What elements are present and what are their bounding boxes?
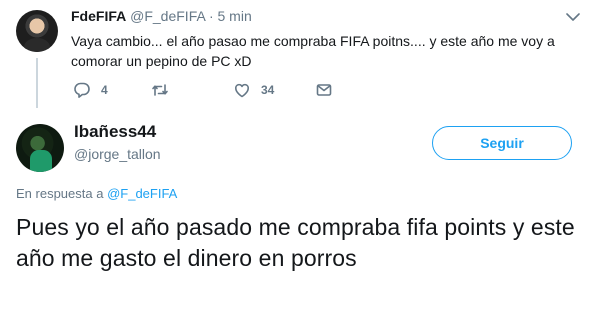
thread-line — [36, 58, 38, 108]
tweet-text: Vaya cambio... el año pasao me compraba … — [71, 33, 555, 69]
user-handle[interactable]: @F_deFIFA — [130, 8, 205, 24]
like-icon — [235, 83, 249, 98]
parent-tweet[interactable]: FdeFIFA @F_deFIFA · 5 min Vaya cambio...… — [0, 0, 594, 108]
reply-icon — [74, 82, 90, 98]
mention-link[interactable]: @F_deFIFA — [107, 186, 177, 201]
like-count: 34 — [261, 83, 275, 97]
tweet-actions: 4 34 — [71, 80, 371, 100]
display-name[interactable]: Ibañess44 — [74, 122, 156, 142]
chevron-down-icon[interactable] — [566, 12, 580, 22]
message-icon — [316, 84, 332, 96]
follow-button[interactable]: Seguir — [432, 126, 572, 160]
avatar[interactable] — [16, 124, 64, 172]
retweet-icon — [152, 84, 168, 96]
in-reply-prefix: En respuesta a — [16, 186, 104, 201]
reply-button[interactable]: 4 — [73, 80, 108, 100]
tweet-text: Pues yo el año pasado me compraba fifa p… — [16, 214, 575, 271]
avatar[interactable] — [16, 10, 58, 52]
retweet-button[interactable] — [151, 80, 179, 100]
message-button[interactable] — [315, 80, 333, 100]
tweet-header: FdeFIFA @F_deFIFA · 5 min — [71, 8, 252, 24]
reply-count: 4 — [101, 83, 108, 97]
user-handle[interactable]: @jorge_tallon — [74, 146, 161, 162]
reply-author: Ibañess44 @jorge_tallon Seguir — [0, 112, 594, 172]
separator: · — [208, 8, 214, 24]
in-reply-to: En respuesta a @F_deFIFA — [16, 186, 177, 201]
display-name[interactable]: FdeFIFA — [71, 8, 126, 24]
timestamp[interactable]: 5 min — [218, 8, 252, 24]
like-button[interactable]: 34 — [233, 80, 274, 100]
